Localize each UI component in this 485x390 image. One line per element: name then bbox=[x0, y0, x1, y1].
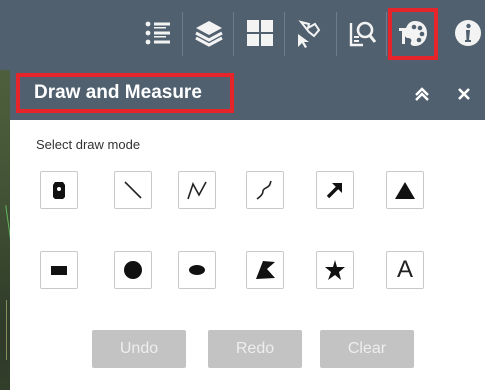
toolbar-divider bbox=[182, 12, 183, 56]
draw-rectangle-button[interactable] bbox=[40, 251, 78, 289]
draw-triangle-button[interactable] bbox=[386, 171, 424, 209]
circle-icon bbox=[124, 261, 142, 279]
query-icon[interactable] bbox=[340, 11, 384, 55]
panel-header: Draw and Measure bbox=[10, 70, 485, 120]
list-icon[interactable] bbox=[136, 11, 180, 55]
draw-ellipse-button[interactable] bbox=[178, 251, 216, 289]
draw-mode-label: Select draw mode bbox=[36, 137, 141, 152]
map-feature-line bbox=[6, 300, 7, 360]
close-icon[interactable] bbox=[450, 80, 478, 108]
top-toolbar bbox=[0, 0, 485, 70]
toolbar-divider bbox=[386, 12, 387, 56]
draw-circle-button[interactable] bbox=[114, 251, 152, 289]
point-icon bbox=[53, 182, 65, 199]
toolbar-divider bbox=[284, 12, 285, 56]
arrow-icon bbox=[326, 183, 342, 199]
draw-point-button[interactable] bbox=[40, 171, 78, 209]
clear-button[interactable]: Clear bbox=[320, 330, 414, 368]
draw-arrow-button[interactable] bbox=[316, 171, 354, 209]
draw-freehand-polyline-button[interactable] bbox=[246, 171, 284, 209]
layers-icon[interactable] bbox=[187, 11, 231, 55]
draw-polygon-button[interactable] bbox=[246, 251, 284, 289]
draw-text-button[interactable]: A bbox=[386, 251, 424, 289]
undo-button[interactable]: Undo bbox=[92, 330, 186, 368]
draw-freehand-polygon-button[interactable] bbox=[316, 251, 354, 289]
freehand-polygon-icon bbox=[325, 260, 345, 280]
info-icon[interactable] bbox=[446, 11, 485, 55]
text-icon: A bbox=[396, 256, 413, 283]
basemap-gallery-icon[interactable] bbox=[238, 11, 282, 55]
draw-measure-panel: Draw and Measure Select draw mode A Undo… bbox=[10, 70, 485, 390]
redo-button[interactable]: Redo bbox=[208, 330, 302, 368]
chevron-double-up-icon[interactable] bbox=[408, 80, 436, 108]
polygon-icon bbox=[256, 261, 275, 279]
line-icon bbox=[124, 181, 142, 199]
draw-polyline-button[interactable] bbox=[178, 171, 216, 209]
freehand-polyline-icon bbox=[256, 180, 272, 200]
triangle-icon bbox=[395, 182, 415, 199]
toolbar-divider bbox=[233, 12, 234, 56]
toolbar-divider bbox=[336, 12, 337, 56]
panel-title: Draw and Measure bbox=[16, 73, 234, 113]
draw-palette-icon[interactable] bbox=[388, 8, 438, 60]
ellipse-icon bbox=[189, 265, 205, 275]
draw-line-button[interactable] bbox=[114, 171, 152, 209]
rectangle-icon bbox=[51, 266, 67, 275]
select-icon[interactable] bbox=[288, 11, 332, 55]
polyline-icon bbox=[187, 181, 207, 200]
